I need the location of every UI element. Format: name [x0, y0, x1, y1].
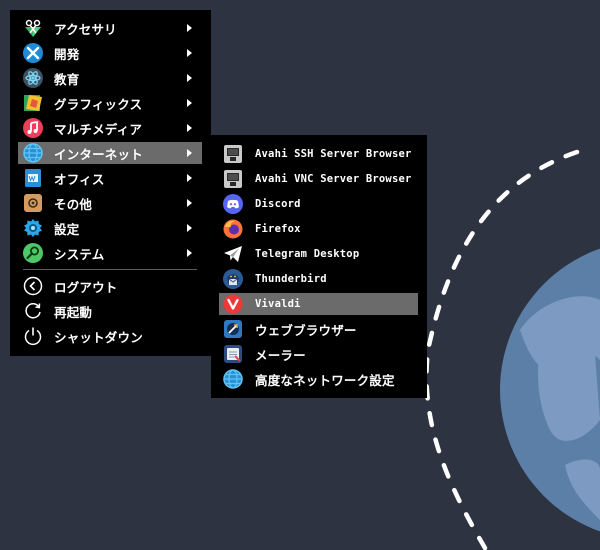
settings-icon: [24, 219, 42, 237]
education-icon: [23, 68, 43, 88]
menu-item-education[interactable]: 教育: [18, 67, 202, 89]
submenu-arrow-icon: [187, 174, 192, 182]
menu-item-label: ログアウト: [54, 279, 118, 295]
menu-item-label: オフィス: [54, 171, 105, 187]
menu-item-label: 教育: [54, 71, 80, 87]
menu-item-system[interactable]: システム: [18, 242, 202, 264]
submenu-item-telegram[interactable]: Telegram Desktop: [219, 243, 418, 265]
internet-submenu: Avahi SSH Server Browser Avahi VNC Serve…: [211, 135, 427, 398]
submenu-item-label: メーラー: [255, 347, 306, 363]
web-browser-icon: [224, 320, 242, 338]
submenu-item-label: Vivaldi: [255, 298, 301, 310]
network-server-icon: [224, 145, 242, 163]
logout-icon: [23, 276, 43, 296]
menu-item-label: その他: [54, 196, 93, 212]
menu-item-label: 開発: [54, 46, 80, 62]
menu-item-multimedia[interactable]: マルチメディア: [18, 117, 202, 139]
thunderbird-icon: [223, 269, 243, 289]
menu-item-internet[interactable]: インターネット: [18, 142, 202, 164]
submenu-arrow-icon: [187, 224, 192, 232]
submenu-item-label: Telegram Desktop: [255, 248, 360, 260]
development-icon: [23, 43, 43, 63]
submenu-arrow-icon: [187, 199, 192, 207]
system-icon: [23, 243, 43, 263]
submenu-arrow-icon: [187, 74, 192, 82]
menu-item-graphics[interactable]: グラフィックス: [18, 92, 202, 114]
other-icon: [24, 194, 42, 212]
multimedia-icon: [23, 118, 43, 138]
submenu-arrow-icon: [187, 24, 192, 32]
submenu-item-label: Avahi VNC Server Browser: [255, 173, 412, 185]
firefox-icon: [223, 219, 243, 239]
menu-item-other[interactable]: その他: [18, 192, 202, 214]
menu-item-logout[interactable]: ログアウト: [18, 275, 202, 297]
menu-item-label: グラフィックス: [54, 96, 143, 112]
submenu-arrow-icon: [187, 124, 192, 132]
menu-item-label: アクセサリ: [54, 21, 117, 37]
menu-separator: [23, 269, 197, 270]
submenu-item-thunderbird[interactable]: Thunderbird: [219, 268, 418, 290]
menu-item-shutdown[interactable]: シャットダウン: [18, 325, 202, 347]
submenu-item-label: Firefox: [255, 223, 301, 235]
submenu-item-label: Thunderbird: [255, 273, 327, 285]
submenu-item-label: 高度なネットワーク設定: [255, 372, 395, 388]
submenu-arrow-icon: [187, 149, 192, 157]
menu-item-label: シャットダウン: [54, 329, 143, 345]
submenu-item-label: Avahi SSH Server Browser: [255, 148, 412, 160]
internet-icon: [23, 143, 43, 163]
submenu-item-avahi-ssh[interactable]: Avahi SSH Server Browser: [219, 143, 418, 165]
application-menu: アクセサリ 開発 教育 グラフィックス マルチメディア インターネット オフィス…: [10, 10, 211, 356]
submenu-arrow-icon: [187, 49, 192, 57]
network-settings-icon: [223, 369, 243, 389]
menu-item-label: マルチメディア: [54, 121, 143, 137]
telegram-icon: [224, 246, 242, 262]
submenu-item-web-browser[interactable]: ウェブブラウザー: [219, 318, 418, 340]
reboot-icon: [25, 303, 41, 319]
submenu-item-discord[interactable]: Discord: [219, 193, 418, 215]
submenu-item-vivaldi[interactable]: Vivaldi: [219, 293, 418, 315]
mail-client-icon: [224, 345, 242, 363]
submenu-item-avahi-vnc[interactable]: Avahi VNC Server Browser: [219, 168, 418, 190]
menu-item-accessories[interactable]: アクセサリ: [18, 17, 202, 39]
submenu-item-mail-client[interactable]: メーラー: [219, 343, 418, 365]
submenu-item-firefox[interactable]: Firefox: [219, 218, 418, 240]
graphics-icon: [24, 95, 42, 111]
menu-item-settings[interactable]: 設定: [18, 217, 202, 239]
menu-item-development[interactable]: 開発: [18, 42, 202, 64]
submenu-item-label: Discord: [255, 198, 301, 210]
menu-item-label: インターネット: [54, 146, 143, 162]
shutdown-icon: [24, 327, 42, 346]
accessories-icon: [25, 19, 41, 37]
menu-item-office[interactable]: オフィス: [18, 167, 202, 189]
submenu-arrow-icon: [187, 99, 192, 107]
menu-item-label: 設定: [54, 221, 80, 237]
vivaldi-icon: [223, 294, 243, 314]
menu-item-label: 再起動: [54, 304, 93, 320]
menu-item-label: システム: [54, 246, 105, 262]
submenu-arrow-icon: [187, 249, 192, 257]
submenu-item-label: ウェブブラウザー: [255, 322, 357, 338]
submenu-item-network-settings[interactable]: 高度なネットワーク設定: [219, 368, 418, 390]
network-server-icon: [224, 170, 242, 188]
discord-icon: [223, 194, 243, 214]
menu-item-reboot[interactable]: 再起動: [18, 300, 202, 322]
office-icon: [25, 169, 41, 187]
